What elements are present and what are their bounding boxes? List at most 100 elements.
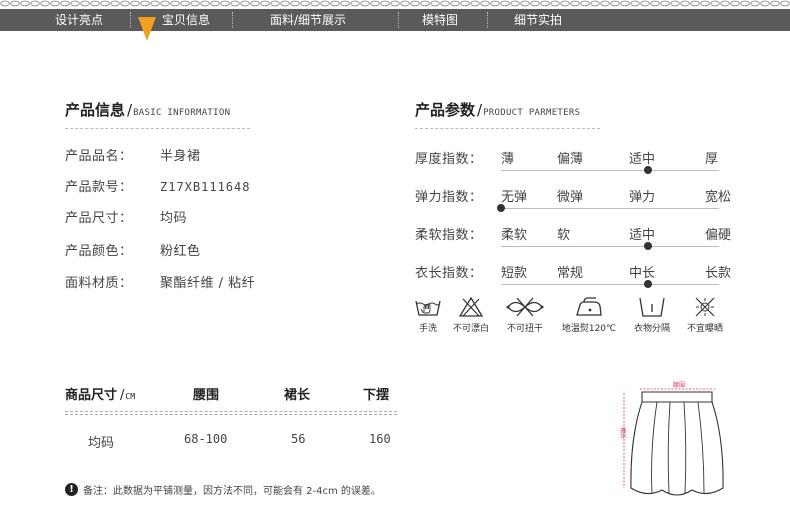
- nav-separator: [487, 12, 488, 28]
- info-label: 产品款号：: [65, 180, 133, 195]
- measurement-note: ! 备注：此数据为平铺测量，因方法不同，可能会有 2-4cm 的误差。: [65, 482, 381, 497]
- param-option: 中长: [629, 266, 656, 281]
- active-tab-arrow-icon: [138, 17, 156, 41]
- care-low-iron: 地温熨120℃: [559, 296, 619, 334]
- info-label: 产品颜色：: [65, 244, 133, 259]
- size-cell-waist: 68-100: [184, 432, 228, 446]
- info-label: 面料材质：: [65, 276, 133, 291]
- size-col-length: 裙长: [284, 388, 311, 403]
- info-row-color: 产品颜色： 粉红色: [65, 240, 201, 259]
- info-value: 半身裙: [160, 149, 201, 164]
- param-option: 适中: [629, 228, 656, 243]
- param-label: 厚度指数：: [415, 152, 483, 167]
- care-separate-wash: 衣物分隔: [622, 296, 682, 334]
- param-row: 柔软指数： 柔软 软 适中 偏硬: [415, 224, 731, 250]
- size-table-header-label: 商品尺寸/CM: [65, 388, 136, 403]
- param-scale-line: [501, 208, 719, 209]
- product-info-title-en: BASIC INFORMATION: [133, 108, 231, 118]
- care-label: 衣物分隔: [633, 324, 670, 334]
- param-selected-dot: [644, 166, 652, 174]
- note-text: 备注：此数据为平铺测量，因方法不同，可能会有 2-4cm 的误差。: [83, 486, 381, 497]
- care-label: 不可扭干: [506, 324, 543, 334]
- param-row: 衣长指数： 短款 常规 中长 长款: [415, 262, 731, 288]
- param-scale-line: [501, 246, 719, 247]
- separate-wash-icon: [639, 297, 665, 317]
- no-wring-icon: [506, 297, 544, 317]
- no-bleach-icon: [458, 296, 484, 317]
- waist-label: 腰围: [673, 382, 685, 389]
- nav-separator: [398, 12, 399, 28]
- care-no-bleach: 不可漂白: [441, 296, 501, 334]
- product-params-title-text: 产品参数: [415, 101, 476, 119]
- nav-tab-product-info[interactable]: 宝贝信息: [162, 9, 210, 31]
- info-label: 产品尺寸：: [65, 211, 133, 226]
- size-table-divider: [65, 411, 397, 412]
- product-info-title: 产品信息/BASIC INFORMATION: [65, 101, 231, 119]
- param-option: 常规: [557, 266, 584, 281]
- size-header-text: 商品尺寸: [65, 388, 118, 403]
- param-row: 弹力指数： 无弹 微弹 弹力 宽松: [415, 186, 731, 212]
- length-label: 裙长: [619, 427, 627, 439]
- nav-tab-model-photos[interactable]: 模特图: [422, 9, 458, 31]
- param-label: 弹力指数：: [415, 190, 483, 205]
- param-option: 无弹: [501, 190, 528, 205]
- size-col-waist: 腰围: [193, 388, 220, 403]
- no-sun-dry-icon: [695, 297, 715, 317]
- param-option: 柔软: [501, 228, 528, 243]
- param-scale-line: [501, 170, 719, 171]
- param-option: 宽松: [705, 190, 732, 205]
- param-option: 软: [557, 228, 571, 243]
- care-label: 不宜曝晒: [686, 324, 723, 334]
- param-option: 短款: [501, 266, 528, 281]
- info-value: 粉红色: [160, 244, 201, 259]
- care-label: 不可漂白: [452, 324, 489, 334]
- param-option: 薄: [501, 152, 515, 167]
- nav-tab-detail-photos[interactable]: 细节实拍: [514, 9, 562, 31]
- info-row-size: 产品尺寸： 均码: [65, 207, 187, 226]
- info-value: Z17XB111648: [160, 180, 251, 194]
- param-label: 衣长指数：: [415, 266, 483, 281]
- param-selected-dot: [644, 242, 652, 250]
- size-cell-length: 56: [291, 432, 306, 446]
- param-option: 偏硬: [705, 228, 732, 243]
- exclamation-icon: !: [65, 483, 78, 496]
- param-selected-dot: [497, 204, 505, 212]
- section-nav-bar: 设计亮点 宝贝信息 面料/细节展示 模特图 细节实拍: [0, 9, 790, 31]
- info-label: 产品品名：: [65, 149, 133, 164]
- param-option: 偏薄: [557, 152, 584, 167]
- size-cell-hem: 160: [369, 432, 391, 446]
- nav-tab-design-highlights[interactable]: 设计亮点: [55, 9, 103, 31]
- size-unit: CM: [125, 392, 136, 401]
- product-params-title: 产品参数/PRODUCT PARMETERS: [415, 101, 581, 119]
- product-info-title-text: 产品信息: [65, 101, 126, 119]
- care-label: 地温熨120℃: [561, 324, 617, 334]
- info-value: 聚酯纤维 / 粘纤: [160, 276, 256, 291]
- nav-separator: [232, 12, 233, 28]
- nav-tab-fabric-details[interactable]: 面料/细节展示: [270, 9, 346, 31]
- top-chain-decoration: [0, 0, 790, 7]
- nav-separator: [130, 12, 131, 28]
- param-option: 长款: [705, 266, 732, 281]
- divider: [415, 128, 600, 129]
- param-option: 微弹: [557, 190, 584, 205]
- info-row-name: 产品品名： 半身裙: [65, 145, 201, 164]
- param-option: 厚: [705, 152, 719, 167]
- care-no-wring: 不可扭干: [495, 296, 555, 334]
- size-table-divider: [65, 414, 397, 415]
- param-row: 厚度指数： 薄 偏薄 适中 厚: [415, 148, 725, 174]
- param-selected-dot: [644, 280, 652, 288]
- param-scale-line: [501, 284, 719, 285]
- param-option: 弹力: [629, 190, 656, 205]
- low-iron-icon: [576, 297, 602, 316]
- size-col-hem: 下摆: [363, 388, 390, 403]
- info-value: 均码: [160, 211, 188, 226]
- product-params-title-en: PRODUCT PARMETERS: [483, 108, 581, 118]
- param-label: 柔软指数：: [415, 228, 483, 243]
- param-option: 适中: [629, 152, 656, 167]
- skirt-measurement-diagram: 腰围 裙长: [619, 382, 724, 496]
- care-no-sun-dry: 不宜曝晒: [675, 296, 735, 334]
- hand-wash-icon: [415, 300, 441, 316]
- size-row-label: 均码: [88, 436, 115, 451]
- info-row-style-no: 产品款号： Z17XB111648: [65, 176, 250, 195]
- divider: [65, 128, 250, 129]
